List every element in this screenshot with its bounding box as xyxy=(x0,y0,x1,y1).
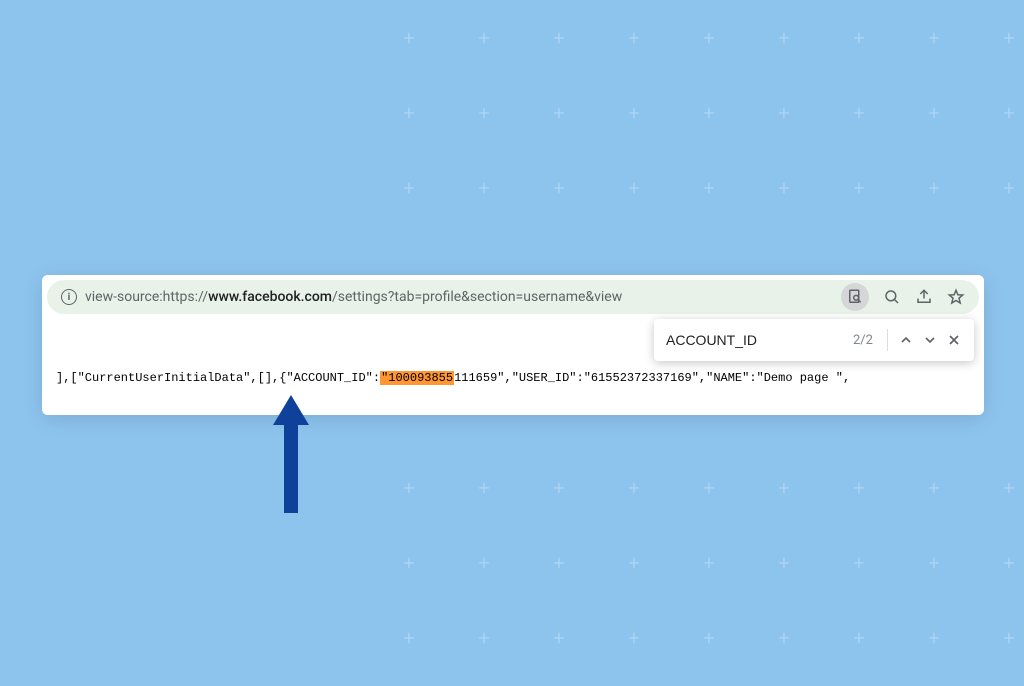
plus-decoration-icon: + xyxy=(926,105,942,121)
plus-decoration-icon: + xyxy=(701,480,717,496)
plus-decoration-icon: + xyxy=(1001,480,1017,496)
plus-decoration-icon: + xyxy=(476,30,492,46)
plus-decoration-icon: + xyxy=(626,555,642,571)
plus-decoration-icon: + xyxy=(551,630,567,646)
plus-decoration-icon: + xyxy=(401,630,417,646)
plus-decoration-icon: + xyxy=(551,105,567,121)
source-line: ],["CurrentUserInitialData",[],{"ACCOUNT… xyxy=(56,371,970,385)
plus-decoration-icon: + xyxy=(701,630,717,646)
plus-decoration-icon: + xyxy=(926,480,942,496)
plus-decoration-icon: + xyxy=(626,30,642,46)
plus-decoration-icon: + xyxy=(1001,105,1017,121)
plus-decoration-icon: + xyxy=(401,105,417,121)
source-highlight: "100093855 xyxy=(380,371,454,385)
plus-decoration-icon: + xyxy=(776,180,792,196)
plus-decoration-icon: + xyxy=(851,555,867,571)
plus-decoration-icon: + xyxy=(401,30,417,46)
bookmark-star-icon[interactable] xyxy=(947,288,965,306)
plus-decoration-icon: + xyxy=(626,180,642,196)
source-pre: ],["CurrentUserInitialData",[],{"ACCOUNT… xyxy=(56,371,380,385)
url-text: view-source:https://www.facebook.com/set… xyxy=(85,289,833,305)
plus-decoration-icon: + xyxy=(701,30,717,46)
share-icon[interactable] xyxy=(915,288,933,306)
plus-decoration-icon: + xyxy=(476,555,492,571)
plus-decoration-icon: + xyxy=(926,180,942,196)
url-prefix: view-source:https:// xyxy=(85,289,208,305)
plus-decoration-icon: + xyxy=(476,180,492,196)
plus-decoration-icon: + xyxy=(1001,630,1017,646)
browser-window: i view-source:https://www.facebook.com/s… xyxy=(42,275,984,415)
plus-decoration-icon: + xyxy=(776,630,792,646)
find-input[interactable] xyxy=(664,328,849,352)
find-next-button[interactable] xyxy=(920,327,940,353)
plus-decoration-icon: + xyxy=(551,480,567,496)
plus-decoration-icon: + xyxy=(851,180,867,196)
find-count: 2/2 xyxy=(853,333,879,348)
plus-decoration-icon: + xyxy=(776,105,792,121)
plus-decoration-icon: + xyxy=(701,105,717,121)
zoom-icon[interactable] xyxy=(883,288,901,306)
plus-decoration-icon: + xyxy=(551,30,567,46)
plus-decoration-icon: + xyxy=(476,105,492,121)
plus-decoration-icon: + xyxy=(926,30,942,46)
plus-decoration-icon: + xyxy=(626,105,642,121)
plus-decoration-icon: + xyxy=(401,180,417,196)
plus-decoration-icon: + xyxy=(926,555,942,571)
plus-decoration-icon: + xyxy=(926,630,942,646)
plus-decoration-icon: + xyxy=(851,630,867,646)
plus-decoration-icon: + xyxy=(776,30,792,46)
find-in-page-icon[interactable] xyxy=(841,283,869,311)
url-suffix: /settings?tab=profile&section=username&v… xyxy=(332,289,622,305)
plus-decoration-icon: + xyxy=(701,555,717,571)
find-bar: 2/2 xyxy=(654,319,974,361)
address-bar[interactable]: i view-source:https://www.facebook.com/s… xyxy=(47,280,979,314)
plus-decoration-icon: + xyxy=(626,480,642,496)
plus-decoration-icon: + xyxy=(851,480,867,496)
plus-decoration-icon: + xyxy=(851,30,867,46)
plus-decoration-icon: + xyxy=(776,480,792,496)
url-host: www.facebook.com xyxy=(208,289,332,305)
find-close-button[interactable] xyxy=(944,327,964,353)
plus-decoration-icon: + xyxy=(476,480,492,496)
plus-decoration-icon: + xyxy=(476,630,492,646)
plus-decoration-icon: + xyxy=(626,630,642,646)
plus-decoration-icon: + xyxy=(551,180,567,196)
plus-decoration-icon: + xyxy=(551,555,567,571)
toolbar-icons xyxy=(841,283,973,311)
plus-decoration-icon: + xyxy=(1001,30,1017,46)
find-prev-button[interactable] xyxy=(896,327,916,353)
plus-decoration-icon: + xyxy=(401,480,417,496)
plus-decoration-icon: + xyxy=(401,555,417,571)
address-bar-container: i view-source:https://www.facebook.com/s… xyxy=(42,275,984,319)
plus-decoration-icon: + xyxy=(1001,555,1017,571)
plus-decoration-icon: + xyxy=(1001,180,1017,196)
plus-decoration-icon: + xyxy=(701,180,717,196)
plus-decoration-icon: + xyxy=(776,555,792,571)
source-post: 111659","USER_ID":"61552372337169","NAME… xyxy=(454,371,850,385)
site-info-icon[interactable]: i xyxy=(61,289,77,305)
plus-decoration-icon: + xyxy=(851,105,867,121)
find-divider xyxy=(887,329,888,351)
